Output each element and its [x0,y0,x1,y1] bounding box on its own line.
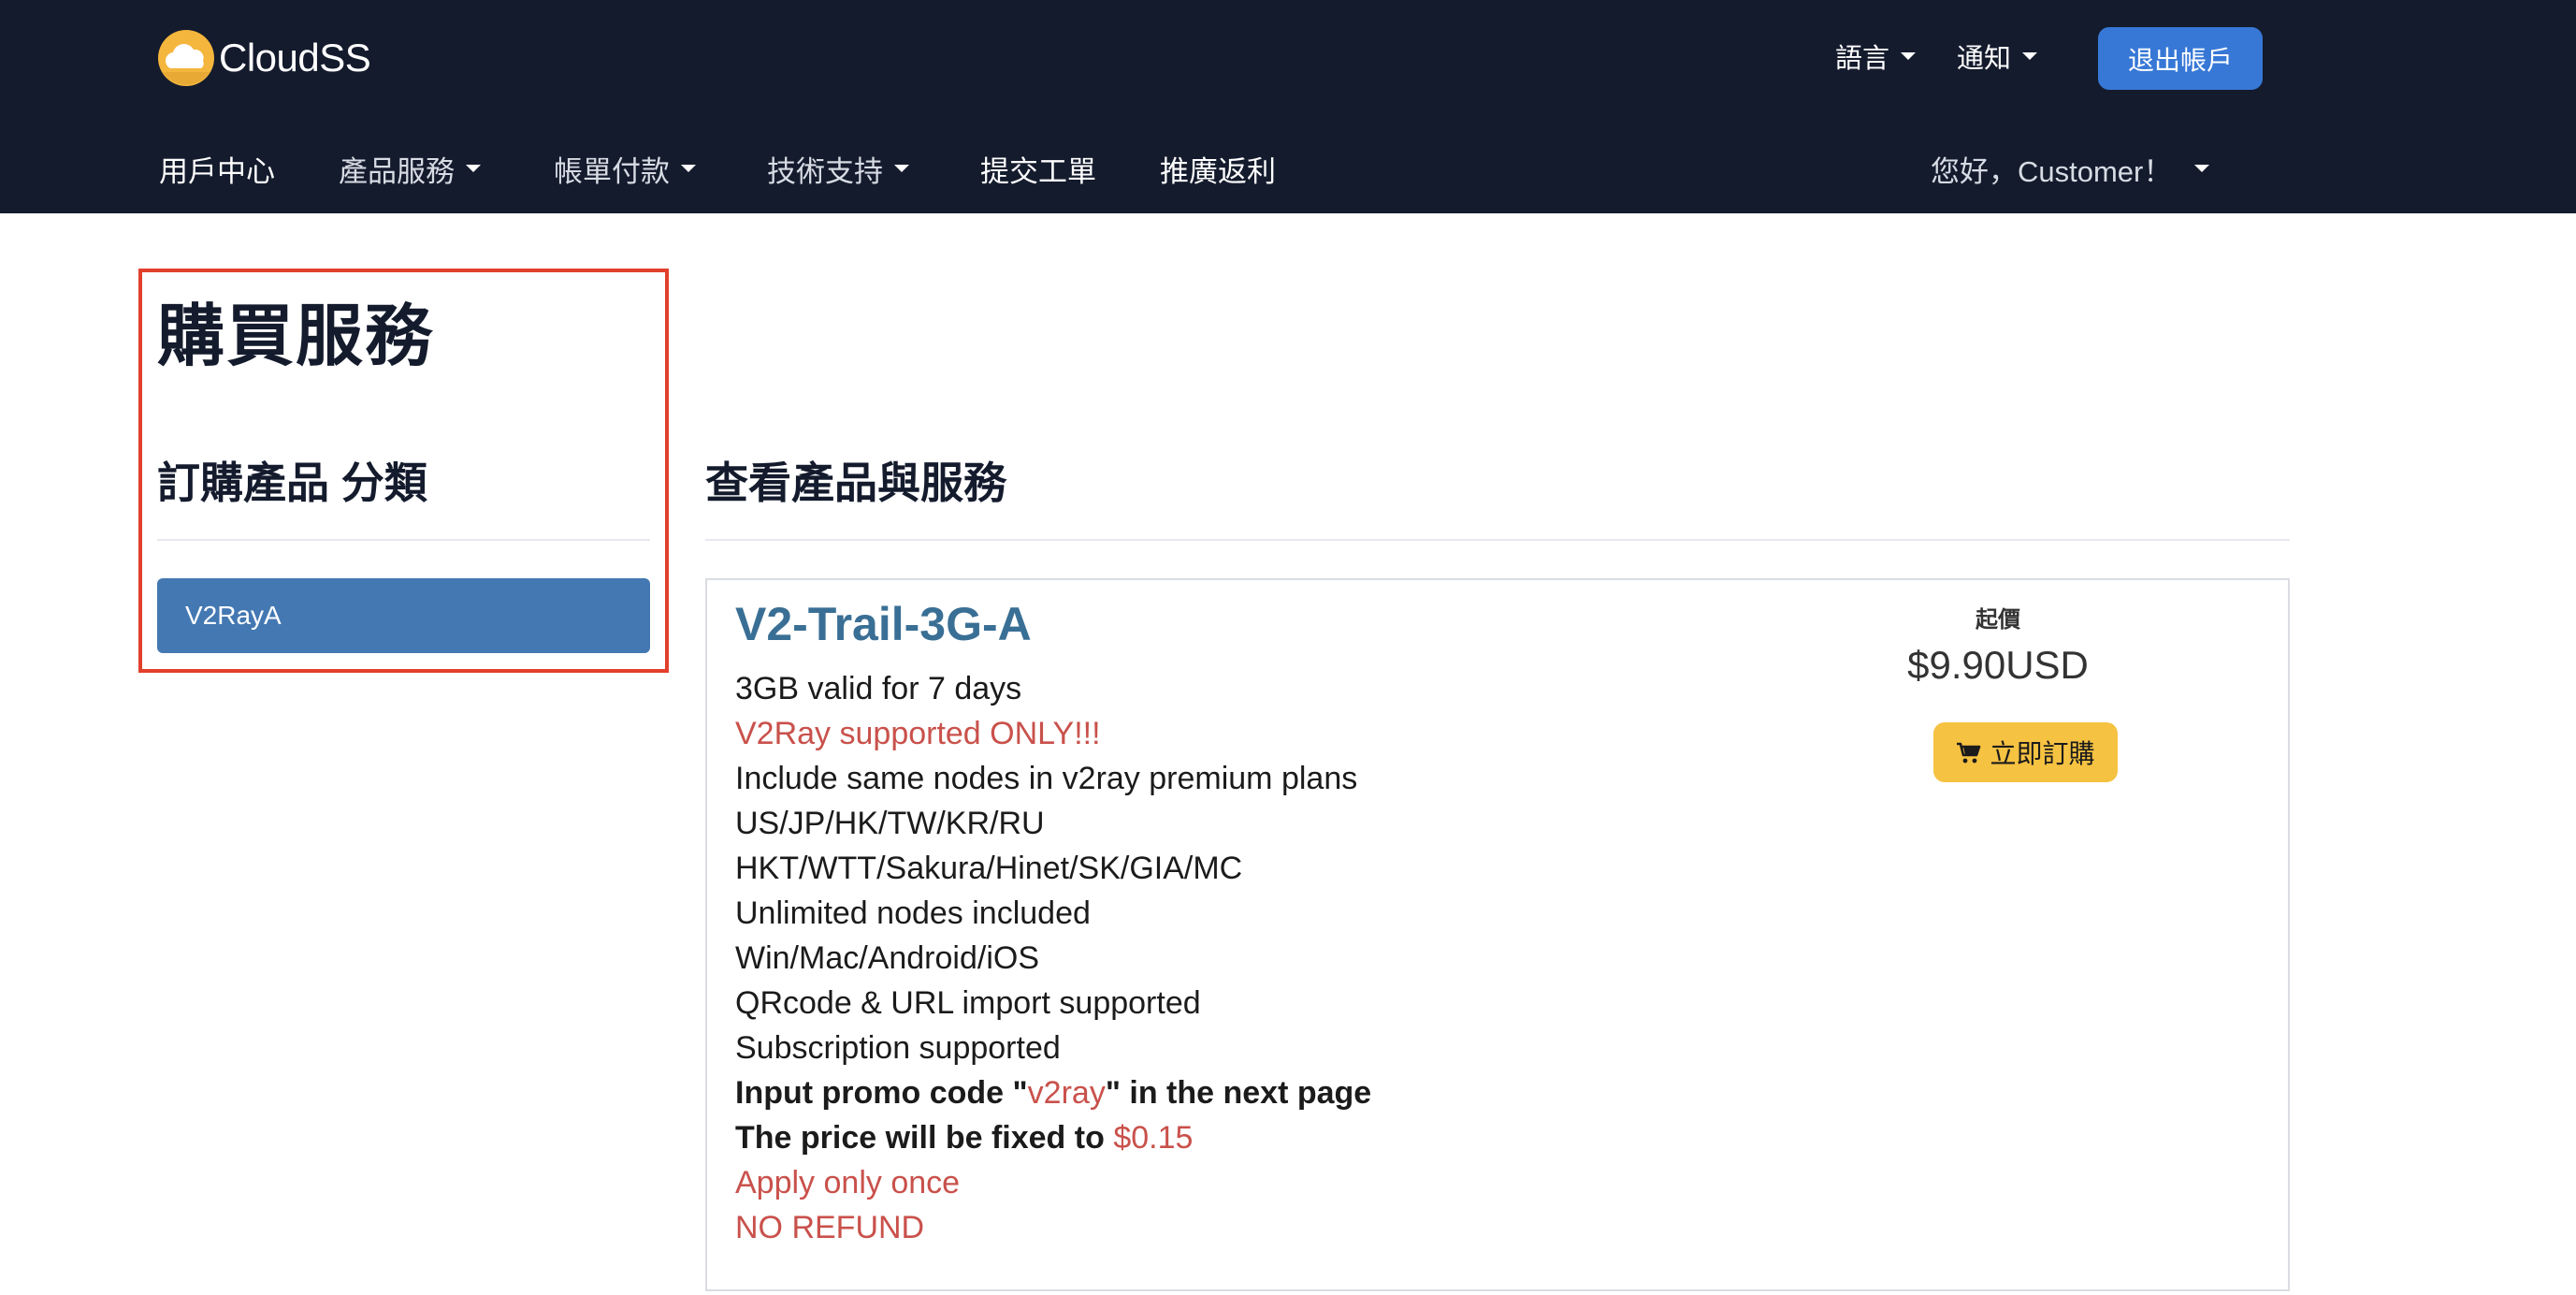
chevron-down-icon [2194,165,2210,172]
nav-open-ticket[interactable]: 提交工單 [980,150,1096,188]
description-line: 3GB valid for 7 days [735,671,1022,706]
fixed-price-line: The price will be fixed to $0.15 [735,1115,1371,1160]
promo-line: Input promo code "v2ray" in the next pag… [735,1070,1371,1115]
language-label: 語言 [1835,44,1890,74]
description-line: Subscription supported [735,1030,1061,1066]
price-block: 起價 $9.90USD [1876,601,2120,688]
nav-affiliates[interactable]: 推廣返利 [1160,150,1276,188]
nav-label: 推廣返利 [1160,154,1276,188]
description-line: NO REFUND [735,1210,925,1245]
shopping-cart-icon [1956,741,1982,764]
chevron-down-icon [681,165,696,172]
nav-client-area[interactable]: 用戶中心 [159,150,275,188]
nav-services[interactable]: 產品服務 [339,150,481,188]
product-name: V2-Trail-3G-A [735,598,1032,650]
category-item-v2raya[interactable]: V2RayA [157,578,650,653]
nav-label: 用戶中心 [159,154,275,188]
main-divider [705,539,2290,541]
user-greeting: 您好，Customer！ [1931,154,2173,188]
nav-billing[interactable]: 帳單付款 [554,150,696,188]
chevron-down-icon [466,165,481,172]
promo-suffix: " in the next page [1105,1075,1372,1111]
products-heading: 查看產品與服務 [705,458,1006,507]
sidebar-divider [157,539,650,541]
description-line: HKT/WTT/Sakura/Hinet/SK/GIA/MC [735,851,1243,886]
brand-name: CloudSS [219,36,371,80]
description-line: Unlimited nodes included [735,895,1091,931]
promo-code: v2ray [1027,1075,1106,1111]
description-line: US/JP/HK/TW/KR/RU [735,806,1045,841]
brand-logo[interactable]: CloudSS [157,28,371,88]
product-card: V2-Trail-3G-A 3GB valid for 7 days V2Ray… [705,578,2290,1291]
nav-support[interactable]: 技術支持 [767,150,909,188]
description-line: V2Ray supported ONLY!!! [735,716,1101,751]
price-label: 起價 [1975,607,2020,633]
category-heading: 訂購產品 分類 [157,458,427,507]
order-now-label: 立即訂購 [1990,739,2095,768]
notification-label: 通知 [1957,44,2012,74]
cloud-logo-icon [157,29,215,87]
description-line: QRcode & URL import supported [735,985,1201,1021]
chevron-down-icon [894,165,909,172]
description-line: Include same nodes in v2ray premium plan… [735,761,1358,796]
notification-dropdown[interactable]: 通知 [1957,39,2038,74]
chevron-down-icon [1901,52,1917,60]
fixed-price-prefix: The price will be fixed to [735,1120,1114,1156]
product-description: 3GB valid for 7 days V2Ray supported ONL… [735,666,1371,1250]
nav-label: 技術支持 [767,154,883,188]
nav-label: 提交工單 [980,154,1096,188]
fixed-price-value: $0.15 [1113,1120,1194,1156]
nav-label: 產品服務 [339,154,455,188]
product-price: $9.90USD [1907,643,2089,687]
logout-button[interactable]: 退出帳戶 [2098,27,2263,90]
promo-prefix: Input promo code " [735,1075,1028,1111]
top-navbar: CloudSS 語言 通知 退出帳戶 用戶中心 產品服務 帳單付款 技術支持 提… [0,0,2576,213]
chevron-down-icon [2022,52,2038,60]
order-now-button[interactable]: 立即訂購 [1933,722,2118,782]
description-line: Apply only once [735,1165,961,1200]
user-account-dropdown[interactable]: 您好，Customer！ [1931,150,2210,188]
nav-label: 帳單付款 [554,154,670,188]
description-line: Win/Mac/Android/iOS [735,940,1039,976]
page-title: 購買服務 [157,299,435,374]
language-dropdown[interactable]: 語言 [1835,39,1917,74]
